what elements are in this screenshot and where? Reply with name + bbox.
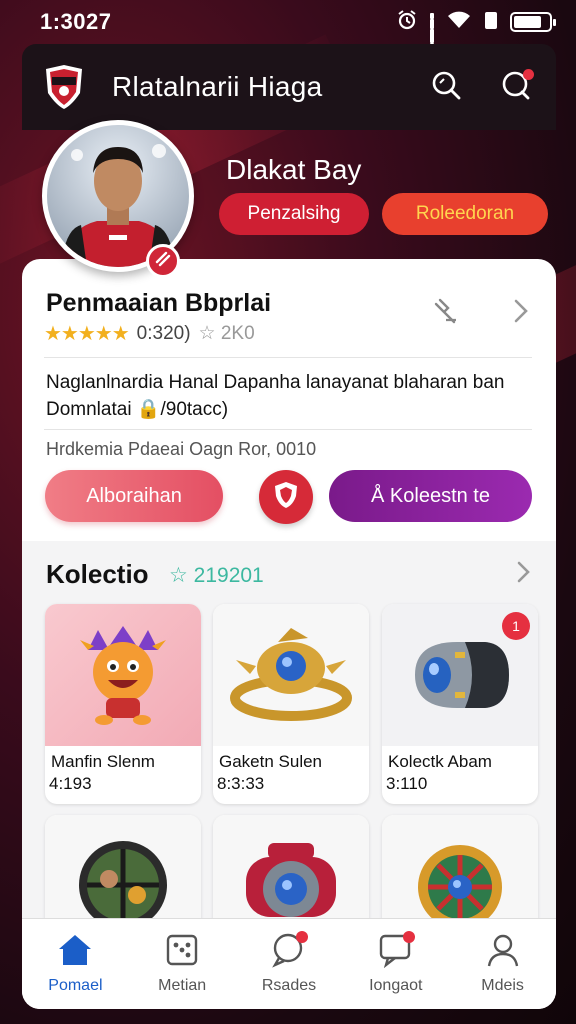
- portrait-coin-icon: [45, 815, 201, 935]
- collection-tile[interactable]: Gaketn Sulen 8:3:33: [213, 604, 369, 804]
- card-details-button[interactable]: [506, 297, 536, 329]
- nav-profile[interactable]: Mdeis: [453, 931, 553, 995]
- divider: [44, 429, 532, 430]
- nav-messages[interactable]: Iongaot: [346, 931, 446, 995]
- message-icon: [377, 931, 415, 969]
- alarm-icon: [396, 9, 418, 36]
- tile-value: 8:3:33: [217, 774, 265, 793]
- tile-badge: 1: [502, 612, 530, 640]
- search-icon: [430, 69, 462, 106]
- collection-title: Kolectio: [46, 559, 149, 589]
- home-icon: [56, 931, 94, 969]
- tile-name: Gaketn Sulen: [219, 752, 323, 771]
- nav-trades[interactable]: Rsades: [239, 931, 339, 995]
- rating-secondary: ☆ 2K0: [198, 323, 255, 344]
- app-title: Rlatalnarii Hiaga: [112, 71, 323, 102]
- chat-bubble-icon: [270, 931, 308, 969]
- golden-ring-icon: [213, 604, 369, 746]
- search-button[interactable]: [426, 67, 466, 107]
- avatar-edit-badge[interactable]: [146, 244, 180, 278]
- tile-name: Kolectk Abam: [388, 752, 492, 771]
- collection-count: ☆ 219201: [169, 564, 264, 587]
- nav-label: Rsades: [261, 977, 317, 994]
- collection-tile[interactable]: Manfin Slenm 4:193: [45, 604, 201, 804]
- nav-label: Iongaot: [369, 977, 423, 994]
- status-time: 1:3027: [40, 9, 112, 34]
- pin-off-icon: [430, 296, 460, 331]
- app-header: Rlatalnarii Hiaga: [22, 44, 556, 130]
- profile-primary-pill[interactable]: Penzalsihg: [219, 193, 369, 235]
- sim-icon: [484, 10, 498, 35]
- status-bar: 1:3027: [0, 0, 576, 61]
- divider: [44, 357, 532, 358]
- collection-more-button[interactable]: [512, 559, 536, 589]
- chevron-right-icon: [512, 298, 530, 329]
- dice-icon: [163, 931, 201, 969]
- profile-name: Dlakat Bay: [226, 154, 362, 185]
- collection-tile[interactable]: [45, 815, 201, 935]
- nav-label: Pomael: [48, 977, 103, 994]
- rating-stars: ★★★★★: [44, 323, 130, 345]
- mech-wheel-icon: [213, 815, 369, 935]
- tile-value: 4:193: [49, 774, 92, 793]
- nav-label: Mdeis: [481, 977, 524, 994]
- club-crest-icon[interactable]: [42, 63, 86, 111]
- status-icons: [396, 9, 556, 61]
- notification-dot: [295, 931, 308, 943]
- tile-name: Manfin Slenm: [51, 752, 155, 771]
- collection-action-button[interactable]: Å Koleestn te: [329, 470, 532, 522]
- notification-dot: [523, 69, 534, 80]
- notifications-button[interactable]: [496, 67, 536, 107]
- rating-row: ★★★★★ 0:320) ☆ 2K0: [44, 321, 255, 346]
- main-card: Penmaaian Bbprlai ★★★★★ 0:320) ☆ 2K0 Nag…: [22, 259, 556, 1009]
- notification-dot: [402, 931, 415, 943]
- card-title: Penmaaian Bbprlai: [46, 289, 272, 317]
- collection-tile[interactable]: 1 Kolectk Abam 3:110: [382, 604, 538, 804]
- collection-tile[interactable]: [382, 815, 538, 935]
- nav-home[interactable]: Pomael: [25, 931, 125, 995]
- shield-button[interactable]: [259, 470, 313, 524]
- profile-icon: [484, 931, 522, 969]
- card-meta: Hrdkemia Pdaeai Oagn Ror, 0010: [46, 439, 317, 459]
- wifi-icon: [446, 10, 472, 35]
- chevron-right-icon: [516, 560, 532, 589]
- profile-secondary-pill[interactable]: Roleedoran: [382, 193, 548, 235]
- edit-button[interactable]: [427, 295, 463, 331]
- mascot-character-icon: [45, 604, 201, 746]
- tile-value: 3:110: [386, 774, 428, 793]
- primary-action-button[interactable]: Alboraihan: [45, 470, 223, 522]
- collection-tile[interactable]: [213, 815, 369, 935]
- nav-label: Metian: [158, 977, 207, 994]
- card-description: Naglanlnardia Hanal Dapanha lanayanat bl…: [46, 372, 505, 420]
- bottom-nav: Pomael Metian Rsades Iongaot Mdeis: [22, 918, 556, 1009]
- rating-value: 0:320): [136, 322, 191, 344]
- link-icon: [154, 250, 172, 273]
- rune-wheel-icon: [382, 815, 538, 935]
- battery-icon: [510, 12, 556, 32]
- nav-matches[interactable]: Metian: [132, 931, 232, 995]
- signal-icon: [430, 13, 434, 61]
- shield-icon: [272, 480, 300, 515]
